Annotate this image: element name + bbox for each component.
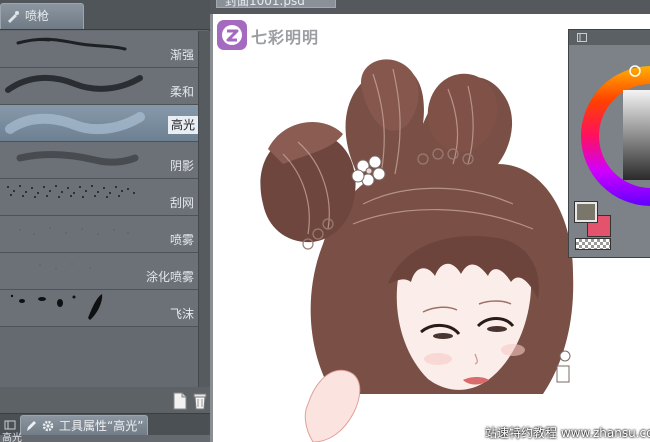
color-wheel-panel [568,29,650,258]
brush-item-screentone[interactable]: 刮网 [0,179,198,216]
brush-item-blend-spray[interactable]: 涂化喷雾 [0,253,198,290]
app-window: 喷枪 渐强 柔和 高光 阴影 刮网 喷雾 涂化喷雾 飞沫 工具属性“高光” 高光… [0,0,650,442]
tool-property-tabbar: 工具属性“高光” [0,413,210,436]
gear-icon [42,420,54,432]
sub-tool-tabbar: 喷枪 [0,0,210,30]
brush-label: 阴影 [169,159,194,173]
brush-item-splash[interactable]: 飞沫 [0,290,198,327]
brush-list: 渐强 柔和 高光 阴影 刮网 喷雾 涂化喷雾 飞沫 [0,31,210,387]
brush-list-scrollbar[interactable] [198,31,210,387]
document-tab[interactable]: 封面1001.psd [216,0,336,8]
brush-preview [5,74,143,93]
site-watermark: 站速特约教程 www.zhansu.com [485,426,650,440]
brush-preview [19,227,129,235]
brush-item-highlight[interactable]: 高光 [0,105,198,142]
tab-airbrush-label: 喷枪 [25,9,50,23]
tab-airbrush[interactable]: 喷枪 [0,3,84,29]
color-wheel[interactable] [577,48,650,218]
tool-property-body: 高光 [0,433,210,442]
sub-tool-footer [0,387,210,413]
brush-item-spray[interactable]: 喷雾 [0,216,198,253]
logo-text: 七彩明明 [251,28,320,47]
brush-label: 涂化喷雾 [145,270,194,284]
tool-property-subtitle: 高光 [2,433,22,442]
panel-grip-icon[interactable] [4,419,16,431]
brush-preview [39,263,91,270]
tool-property-title: 工具属性“高光” [59,419,144,433]
airbrush-icon [8,11,19,23]
main-color-swatch[interactable] [574,201,598,223]
trash-icon[interactable] [192,391,208,411]
brush-preview [5,112,145,135]
brush-preview [16,37,127,51]
new-brush-icon[interactable] [172,391,188,411]
brush-label: 喷雾 [169,233,194,247]
brush-preview [10,294,103,320]
panel-grip-icon[interactable] [577,33,587,42]
transparent-color-swatch[interactable] [575,238,611,250]
brush-preview [16,150,139,166]
brush-item-shadow[interactable]: 阴影 [0,142,198,179]
brush-label: 刮网 [169,196,194,210]
document-tabbar: 封面1001.psd [210,0,650,14]
tab-tool-property[interactable]: 工具属性“高光” [20,415,148,436]
brush-item-soft[interactable]: 柔和 [0,68,198,105]
logo-badge-icon [217,20,247,50]
sub-tool-panel: 喷枪 渐强 柔和 高光 阴影 刮网 喷雾 涂化喷雾 飞沫 工具属性“高光” 高光 [0,0,210,442]
brush-label: 柔和 [169,85,194,99]
brush-label: 飞沫 [169,307,194,321]
brush-preview [7,185,135,198]
pen-icon [27,421,36,431]
color-panel-header[interactable] [569,30,650,45]
brush-label: 渐强 [169,48,194,62]
brush-label: 高光 [167,116,198,134]
brush-item-fade-in[interactable]: 渐强 [0,31,198,68]
